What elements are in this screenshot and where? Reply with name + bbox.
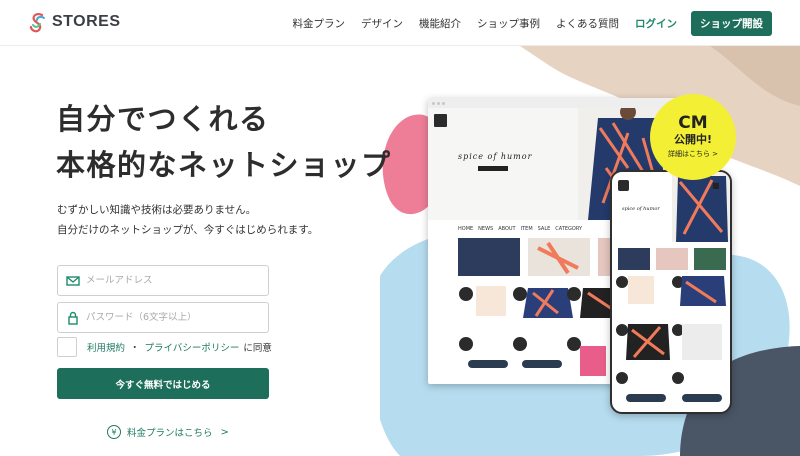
cart-icon[interactable]: ■: [712, 181, 720, 190]
search-icon[interactable]: [434, 114, 447, 127]
main-nav: 料金プラン デザイン 機能紹介 ショップ事例 よくある質問 ログイン ショップ開…: [277, 11, 772, 36]
agree-suffix: に同意: [243, 343, 272, 354]
shop-nav-home[interactable]: HOME: [458, 226, 473, 232]
cm-label: CM: [678, 113, 708, 133]
open-shop-button[interactable]: ショップ開設: [691, 11, 772, 36]
pricing-link-label: 料金プランはこちら: [127, 428, 213, 439]
hero-title-line-1: 自分でつくれる: [56, 102, 270, 136]
hero-subtitle: むずかしい知識や技術は必要ありません。 自分だけのネットショップが、今すぐはじめ…: [57, 200, 318, 240]
hamburger-icon[interactable]: [618, 180, 629, 191]
nav-item-design[interactable]: デザイン: [361, 16, 403, 31]
nav-item-pricing[interactable]: 料金プラン: [293, 16, 346, 31]
mobile-shop-preview: ■ spice of humor: [610, 170, 732, 414]
hero-subtitle-line-1: むずかしい知識や技術は必要ありません。: [57, 204, 257, 216]
stores-logo-icon: [29, 13, 45, 33]
agreement-separator: ・: [130, 343, 140, 354]
lock-icon: [68, 311, 78, 325]
pricing-link[interactable]: ¥ 料金プランはこちら >: [107, 425, 229, 439]
cm-status: 公開中!: [673, 133, 713, 146]
hero-subtitle-line-2: 自分だけのネットショップが、今すぐはじめられます。: [57, 224, 319, 236]
shop-nav: HOME NEWS ABOUT ITEM SALE CATEGORY: [458, 226, 582, 232]
hero-illustration: spice of humor HOME NEWS ABOUT ITEM SALE…: [380, 46, 800, 456]
cm-detail-link[interactable]: 詳細はこちら >: [668, 148, 718, 160]
nav-item-features[interactable]: 機能紹介: [419, 16, 461, 31]
shop-nav-category[interactable]: CATEGORY: [555, 226, 582, 232]
email-input[interactable]: [86, 275, 256, 286]
yen-icon: ¥: [107, 425, 121, 439]
browser-bar: [428, 98, 678, 108]
shop-nav-about[interactable]: ABOUT: [498, 226, 515, 232]
password-field[interactable]: [57, 302, 269, 333]
shop-nav-item[interactable]: ITEM: [521, 226, 533, 232]
shop-nav-news[interactable]: NEWS: [478, 226, 493, 232]
phone-shop-brand: spice of humor: [622, 206, 660, 212]
start-free-button[interactable]: 今すぐ無料ではじめる: [57, 368, 269, 399]
shop-brand: spice of humor: [458, 152, 533, 161]
stores-logo[interactable]: STORES: [28, 11, 121, 33]
cm-badge[interactable]: CM 公開中! 詳細はこちら >: [650, 94, 736, 180]
site-header: STORES 料金プラン デザイン 機能紹介 ショップ事例 よくある質問 ログイ…: [0, 0, 800, 46]
shop-nav-sale[interactable]: SALE: [538, 226, 551, 232]
hero-title: 自分でつくれる 本格的なネットショップ: [56, 96, 392, 188]
password-input[interactable]: [86, 312, 256, 323]
agreement-row: 利用規約 ・ プライバシーポリシー に同意: [57, 337, 272, 357]
nav-item-cases[interactable]: ショップ事例: [477, 16, 540, 31]
email-field[interactable]: [57, 265, 269, 296]
logo-text: STORES: [52, 13, 121, 30]
envelope-icon: [66, 275, 80, 286]
privacy-link[interactable]: プライバシーポリシー: [145, 340, 240, 354]
chevron-right-icon: >: [220, 426, 229, 438]
brand-tag: [478, 166, 508, 171]
agree-checkbox[interactable]: [57, 337, 77, 357]
nav-item-faq[interactable]: よくある質問: [556, 16, 619, 31]
login-link[interactable]: ログイン: [635, 16, 677, 31]
hero-title-line-2: 本格的なネットショップ: [56, 148, 392, 182]
terms-link[interactable]: 利用規約: [87, 340, 125, 354]
